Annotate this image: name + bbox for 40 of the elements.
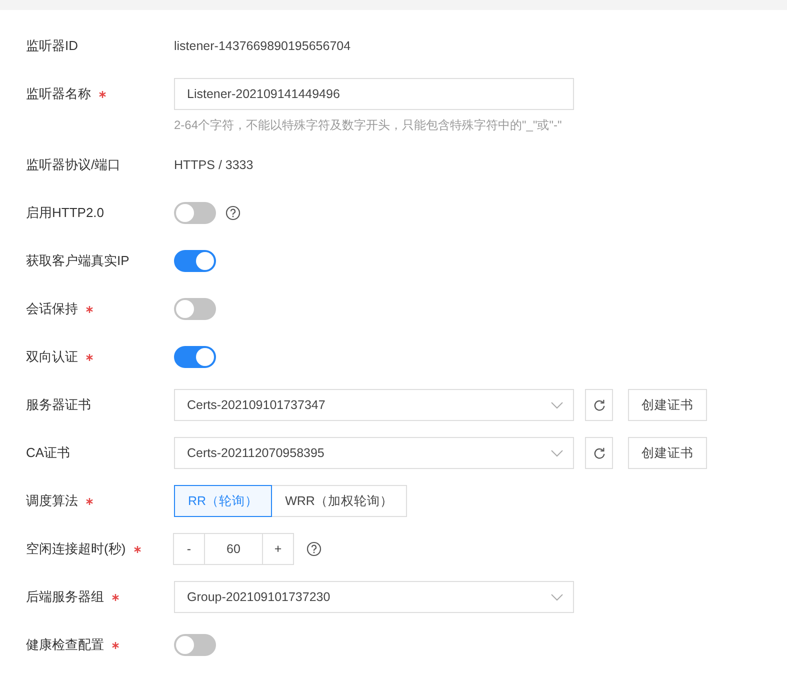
refresh-button[interactable] [585, 437, 613, 469]
decrement-button[interactable]: - [173, 533, 205, 565]
toggle-switch[interactable] [174, 346, 216, 368]
toggle-switch[interactable] [174, 250, 216, 272]
field-label: 获取客户端真实IP [26, 252, 130, 270]
field-value: listener-1437669890195656704 [174, 39, 351, 53]
refresh-icon [592, 398, 606, 412]
hint-text: 2-64个字符，不能以特殊字符及数字开头，只能包含特殊字符中的"_"或"-" [174, 118, 563, 133]
create-certificate-button[interactable]: 创建证书 [628, 389, 707, 421]
chevron-down-icon [551, 450, 563, 456]
select-field[interactable]: Certs-202109101737347 [174, 389, 574, 421]
field-label: 双向认证 [26, 348, 78, 366]
select-field[interactable]: Certs-202112070958395 [174, 437, 574, 469]
help-icon[interactable] [225, 205, 241, 221]
select-field[interactable]: Group-202109101737230 [174, 581, 574, 613]
create-certificate-button[interactable]: 创建证书 [628, 437, 707, 469]
chevron-down-icon [551, 594, 563, 600]
help-icon[interactable] [306, 541, 322, 557]
field-label: CA证书 [26, 444, 70, 462]
field-label: 空闲连接超时(秒) [26, 540, 126, 558]
field-label: 监听器协议/端口 [26, 156, 121, 174]
name-input-field[interactable]: Listener-202109141449496 [174, 78, 574, 110]
field-value: HTTPS / 3333 [174, 158, 254, 172]
toggle-switch[interactable] [174, 202, 216, 224]
chevron-down-icon [551, 402, 563, 408]
radio-button[interactable]: WRR（加权轮询） [272, 485, 407, 517]
field-label: 启用HTTP2.0 [26, 204, 104, 222]
field-label: 监听器名称 [26, 85, 91, 103]
toggle-switch[interactable] [174, 634, 216, 656]
field-label: 后端服务器组 [26, 588, 104, 606]
field-label: 会话保持 [26, 300, 78, 318]
field-label: 调度算法 [26, 492, 78, 510]
field-label: 健康检查配置 [26, 636, 104, 654]
field-label: 监听器ID [26, 37, 78, 55]
refresh-button[interactable] [585, 389, 613, 421]
increment-button[interactable]: + [262, 533, 294, 565]
field-label: 服务器证书 [26, 396, 91, 414]
number-input-field[interactable]: 60 [205, 533, 262, 565]
toggle-switch[interactable] [174, 298, 216, 320]
refresh-icon [592, 446, 606, 460]
